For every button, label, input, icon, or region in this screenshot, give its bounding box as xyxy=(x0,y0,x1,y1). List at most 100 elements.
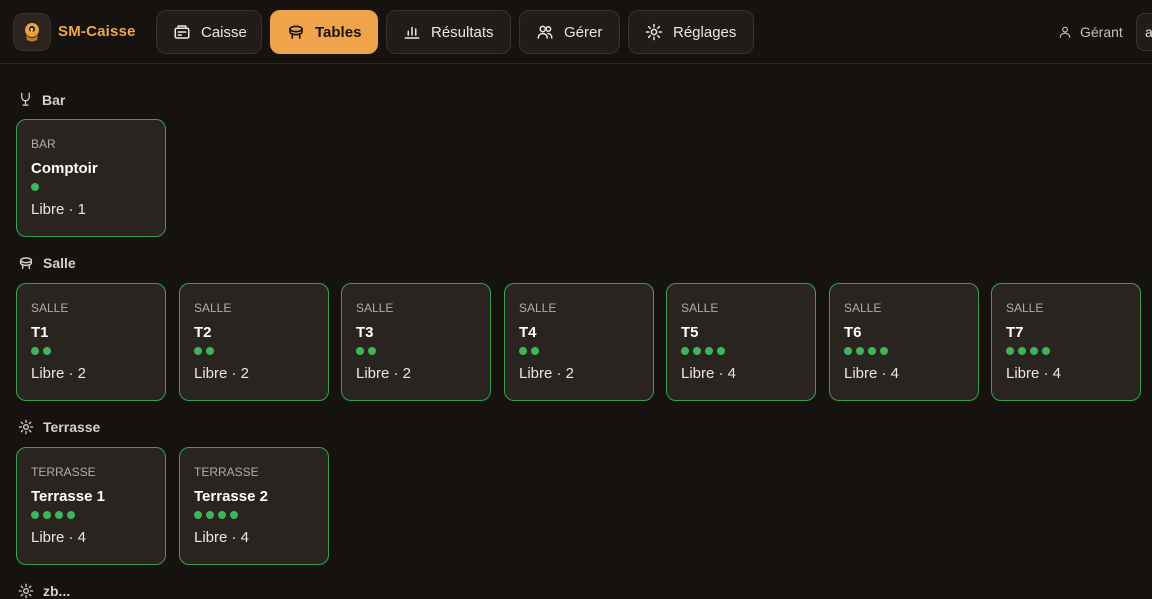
table-card[interactable]: SALLE T1 Libre · 2 xyxy=(16,283,166,401)
section-title: Terrasse xyxy=(43,419,101,435)
seat-dot xyxy=(67,511,75,519)
seat-dot xyxy=(1042,347,1050,355)
table-zone: SALLE xyxy=(519,301,557,315)
section-title: Salle xyxy=(43,255,76,271)
table-name: T6 xyxy=(844,324,862,341)
table-card[interactable]: TERRASSE Terrasse 1 Libre · 4 xyxy=(16,447,166,565)
nav-label: Tables xyxy=(315,23,362,41)
bar-chart-icon xyxy=(404,26,420,39)
seat-dots xyxy=(356,347,376,355)
seat-dots xyxy=(681,347,725,355)
register-icon xyxy=(174,25,190,39)
table-status: Libre · 1 xyxy=(31,201,87,218)
table-status: Libre · 4 xyxy=(681,365,737,382)
seat-dot xyxy=(43,511,51,519)
logo[interactable] xyxy=(13,13,51,51)
seat-dot xyxy=(1018,347,1026,355)
nav-reglages-button[interactable]: Réglages xyxy=(628,10,754,54)
seat-dot xyxy=(519,347,527,355)
user-icon xyxy=(1059,26,1071,38)
table-icon xyxy=(289,25,303,39)
table-status: Libre · 4 xyxy=(844,365,900,382)
seat-dots xyxy=(194,347,214,355)
seat-dot xyxy=(856,347,864,355)
seat-dots xyxy=(519,347,539,355)
seat-dot xyxy=(844,347,852,355)
nav-label: Caisse xyxy=(201,23,247,41)
seat-dot xyxy=(693,347,701,355)
seat-dot xyxy=(43,347,51,355)
seat-dot xyxy=(1006,347,1014,355)
current-user[interactable]: Gérant xyxy=(1058,24,1123,40)
nav-tables-button[interactable]: Tables xyxy=(270,10,378,54)
table-card[interactable]: SALLE T7 Libre · 4 xyxy=(991,283,1141,401)
table-card[interactable]: SALLE T6 Libre · 4 xyxy=(829,283,979,401)
seat-dots xyxy=(31,511,75,519)
seat-dot xyxy=(206,347,214,355)
seat-dot xyxy=(206,511,214,519)
table-name: Terrasse 1 xyxy=(31,488,105,505)
table-name: Terrasse 2 xyxy=(194,488,268,505)
table-name: T3 xyxy=(356,324,374,341)
table-status: Libre · 2 xyxy=(519,365,575,382)
seat-dot xyxy=(880,347,888,355)
table-zone: SALLE xyxy=(194,301,232,315)
seat-dot xyxy=(1030,347,1038,355)
table-name: T4 xyxy=(519,324,537,341)
table-card[interactable]: SALLE T3 Libre · 2 xyxy=(341,283,491,401)
user-menu-button[interactable]: a xyxy=(1136,13,1152,51)
seat-dot xyxy=(868,347,876,355)
seat-dot xyxy=(194,511,202,519)
seat-dot xyxy=(705,347,713,355)
table-zone: SALLE xyxy=(681,301,719,315)
table-name: T1 xyxy=(31,324,49,341)
seat-dot xyxy=(717,347,725,355)
seat-dots xyxy=(1006,347,1050,355)
seat-dot xyxy=(368,347,376,355)
user-name: Gérant xyxy=(1080,24,1123,40)
table-status: Libre · 2 xyxy=(194,365,250,382)
sun-icon xyxy=(18,583,34,599)
table-card[interactable]: BAR Comptoir Libre · 1 xyxy=(16,119,166,237)
nav-label: Résultats xyxy=(431,23,494,41)
seat-dots xyxy=(844,347,888,355)
seat-dot xyxy=(194,347,202,355)
users-icon xyxy=(537,25,553,39)
table-icon xyxy=(19,257,33,270)
table-card[interactable]: SALLE T2 Libre · 2 xyxy=(179,283,329,401)
section-header-salle: Salle xyxy=(18,255,76,271)
table-zone: SALLE xyxy=(1006,301,1044,315)
table-name: T2 xyxy=(194,324,212,341)
table-name: Comptoir xyxy=(31,160,98,177)
seat-dots xyxy=(31,347,51,355)
table-status: Libre · 2 xyxy=(31,365,87,382)
table-card[interactable]: SALLE T4 Libre · 2 xyxy=(504,283,654,401)
app-name: SM-Caisse xyxy=(58,23,136,40)
nav-gerer-button[interactable]: Gérer xyxy=(519,10,620,54)
seat-dot xyxy=(356,347,364,355)
seat-dot xyxy=(230,511,238,519)
seat-dot xyxy=(31,183,39,191)
seat-dots xyxy=(31,183,39,191)
seat-dots xyxy=(194,511,238,519)
section-header-4: zb... xyxy=(18,583,70,599)
nav-label: Gérer xyxy=(564,23,603,41)
nav-caisse-button[interactable]: Caisse xyxy=(156,10,262,54)
top-bar: SM-Caisse Caisse Tables Résultats Gérer … xyxy=(0,0,1152,64)
table-zone: BAR xyxy=(31,137,56,151)
seat-dot xyxy=(31,511,39,519)
table-zone: SALLE xyxy=(31,301,69,315)
table-zone: TERRASSE xyxy=(194,465,259,479)
table-card[interactable]: TERRASSE Terrasse 2 Libre · 4 xyxy=(179,447,329,565)
seat-dot xyxy=(218,511,226,519)
nav-resultats-button[interactable]: Résultats xyxy=(386,10,511,54)
table-status: Libre · 2 xyxy=(356,365,412,382)
section-title: zb... xyxy=(43,583,71,599)
seat-dot xyxy=(531,347,539,355)
glass-icon xyxy=(21,92,30,106)
table-zone: SALLE xyxy=(844,301,882,315)
table-status: Libre · 4 xyxy=(31,529,87,546)
nav-label: Réglages xyxy=(673,23,737,41)
table-card[interactable]: SALLE T5 Libre · 4 xyxy=(666,283,816,401)
brand-logo-icon xyxy=(25,23,39,42)
